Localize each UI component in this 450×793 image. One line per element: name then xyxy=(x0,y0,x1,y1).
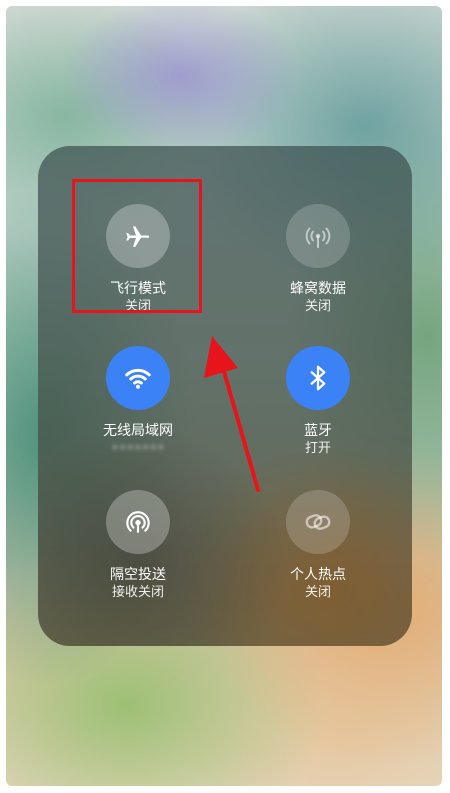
cellular-data-status: 关闭 xyxy=(304,299,331,314)
cellular-data-label: 蜂窝数据 xyxy=(290,281,346,297)
bluetooth-icon xyxy=(310,365,326,391)
wifi-button[interactable] xyxy=(106,346,170,410)
bluetooth-button[interactable] xyxy=(286,346,350,410)
cellular-data-toggle[interactable]: 蜂窝数据 关闭 xyxy=(238,204,398,334)
airdrop-label: 隔空投送 xyxy=(110,567,166,583)
wifi-icon xyxy=(125,368,151,389)
wifi-network-name: ••••••• xyxy=(111,441,165,456)
personal-hotspot-label: 个人热点 xyxy=(290,567,346,583)
hotspot-link-icon xyxy=(305,514,331,530)
personal-hotspot-status: 关闭 xyxy=(304,585,331,600)
red-arrow-annotation xyxy=(204,336,260,492)
highlight-box-annotation xyxy=(72,179,202,313)
cellular-data-button[interactable] xyxy=(286,204,350,268)
personal-hotspot-button[interactable] xyxy=(286,490,350,554)
wifi-toggle[interactable]: 无线局域网 ••••••• xyxy=(58,346,218,476)
personal-hotspot-toggle[interactable]: 个人热点 关闭 xyxy=(238,490,398,620)
cellular-antenna-icon xyxy=(305,227,331,249)
airdrop-status: 接收关闭 xyxy=(111,585,164,600)
wifi-label: 无线局域网 xyxy=(103,423,173,439)
screenshot-frame: 飞行模式 关闭 蜂窝数据 关闭 无线局域网 ••••••• 蓝牙 打开 隔空投送… xyxy=(0,0,450,793)
airdrop-button[interactable] xyxy=(106,490,170,554)
airdrop-toggle[interactable]: 隔空投送 接收关闭 xyxy=(58,490,218,620)
airdrop-icon xyxy=(126,511,150,533)
